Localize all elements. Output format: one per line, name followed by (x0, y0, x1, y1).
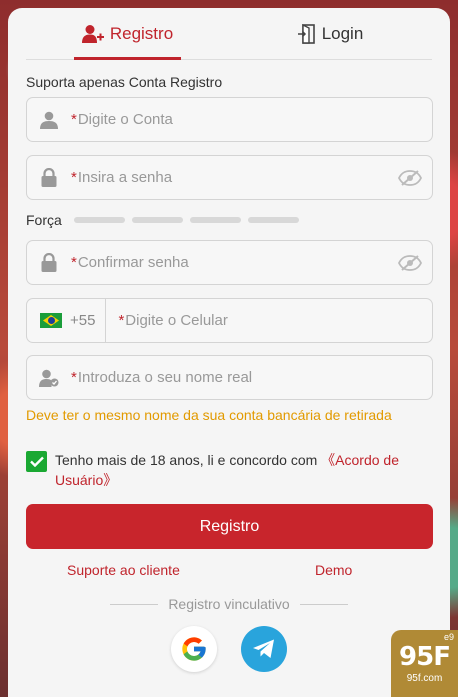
logo-tag: e9 (443, 632, 454, 642)
tab-registro[interactable]: Registro (26, 8, 229, 60)
checkmark-icon (29, 456, 44, 467)
google-icon (182, 637, 206, 661)
telegram-icon (253, 639, 274, 658)
logo-text: 95F (399, 642, 451, 672)
user-icon (27, 111, 71, 129)
password-strength: Força (26, 212, 299, 228)
register-button[interactable]: Registro (26, 504, 433, 549)
confirm-password-field[interactable]: * (26, 240, 433, 285)
google-login-button[interactable] (171, 626, 217, 672)
lock-icon (27, 168, 71, 187)
eye-off-icon[interactable] (388, 254, 432, 271)
customer-support-link[interactable]: Suporte ao cliente (67, 562, 180, 578)
password-input[interactable] (77, 156, 388, 199)
confirm-password-input[interactable] (77, 241, 388, 284)
required-mark: * (71, 169, 77, 186)
tab-login-label: Login (321, 23, 364, 43)
agreement-text-wrap: Tenho mais de 18 anos, li e concordo com… (55, 450, 426, 490)
bank-name-warning: Deve ter o mesmo nome da sua conta bancá… (26, 407, 392, 423)
brand-logo: e9 95F 95f.com (391, 630, 458, 697)
age-agreement: Tenho mais de 18 anos, li e concordo com… (26, 450, 426, 490)
strength-bar (189, 217, 241, 223)
tab-login[interactable]: Login (229, 8, 432, 59)
real-name-input[interactable] (77, 356, 432, 399)
strength-bar (247, 217, 299, 223)
required-mark: * (71, 369, 77, 386)
social-divider: Registro vinculativo (110, 596, 349, 612)
eye-off-icon[interactable] (388, 169, 432, 186)
divider-line (299, 603, 349, 605)
required-mark: * (118, 312, 125, 329)
divider-label: Registro vinculativo (168, 596, 290, 612)
required-mark: * (71, 254, 77, 271)
login-door-icon (297, 23, 315, 44)
password-field[interactable]: * (26, 155, 433, 200)
account-type-hint: Suporta apenas Conta Registro (26, 74, 223, 90)
agreement-text: Tenho mais de 18 anos, li e concordo com (55, 452, 322, 468)
brazil-flag-icon (40, 313, 62, 328)
logo-domain: 95f.com (406, 673, 443, 684)
real-name-field[interactable]: * (26, 355, 433, 400)
add-user-icon (81, 24, 104, 43)
tab-bar: Registro Login (26, 8, 432, 60)
phone-input[interactable] (125, 299, 432, 342)
demo-link[interactable]: Demo (315, 562, 352, 578)
telegram-login-button[interactable] (241, 626, 287, 672)
lock-icon (27, 253, 71, 272)
strength-bar (73, 217, 125, 223)
account-input[interactable] (77, 98, 432, 141)
phone-field[interactable]: +55 * (26, 298, 433, 343)
country-code-selector[interactable]: +55 (27, 299, 107, 342)
account-field[interactable]: * (26, 97, 433, 142)
required-mark: * (71, 111, 77, 128)
divider-line (110, 603, 159, 605)
agreement-checkbox[interactable] (26, 451, 47, 472)
verified-user-icon (27, 369, 71, 387)
tab-registro-label: Registro (109, 23, 174, 43)
strength-label: Força (26, 212, 62, 228)
register-modal: Registro Login Suporta apenas Conta Regi… (8, 8, 450, 697)
country-code: +55 (70, 312, 96, 329)
strength-bar (131, 217, 183, 223)
